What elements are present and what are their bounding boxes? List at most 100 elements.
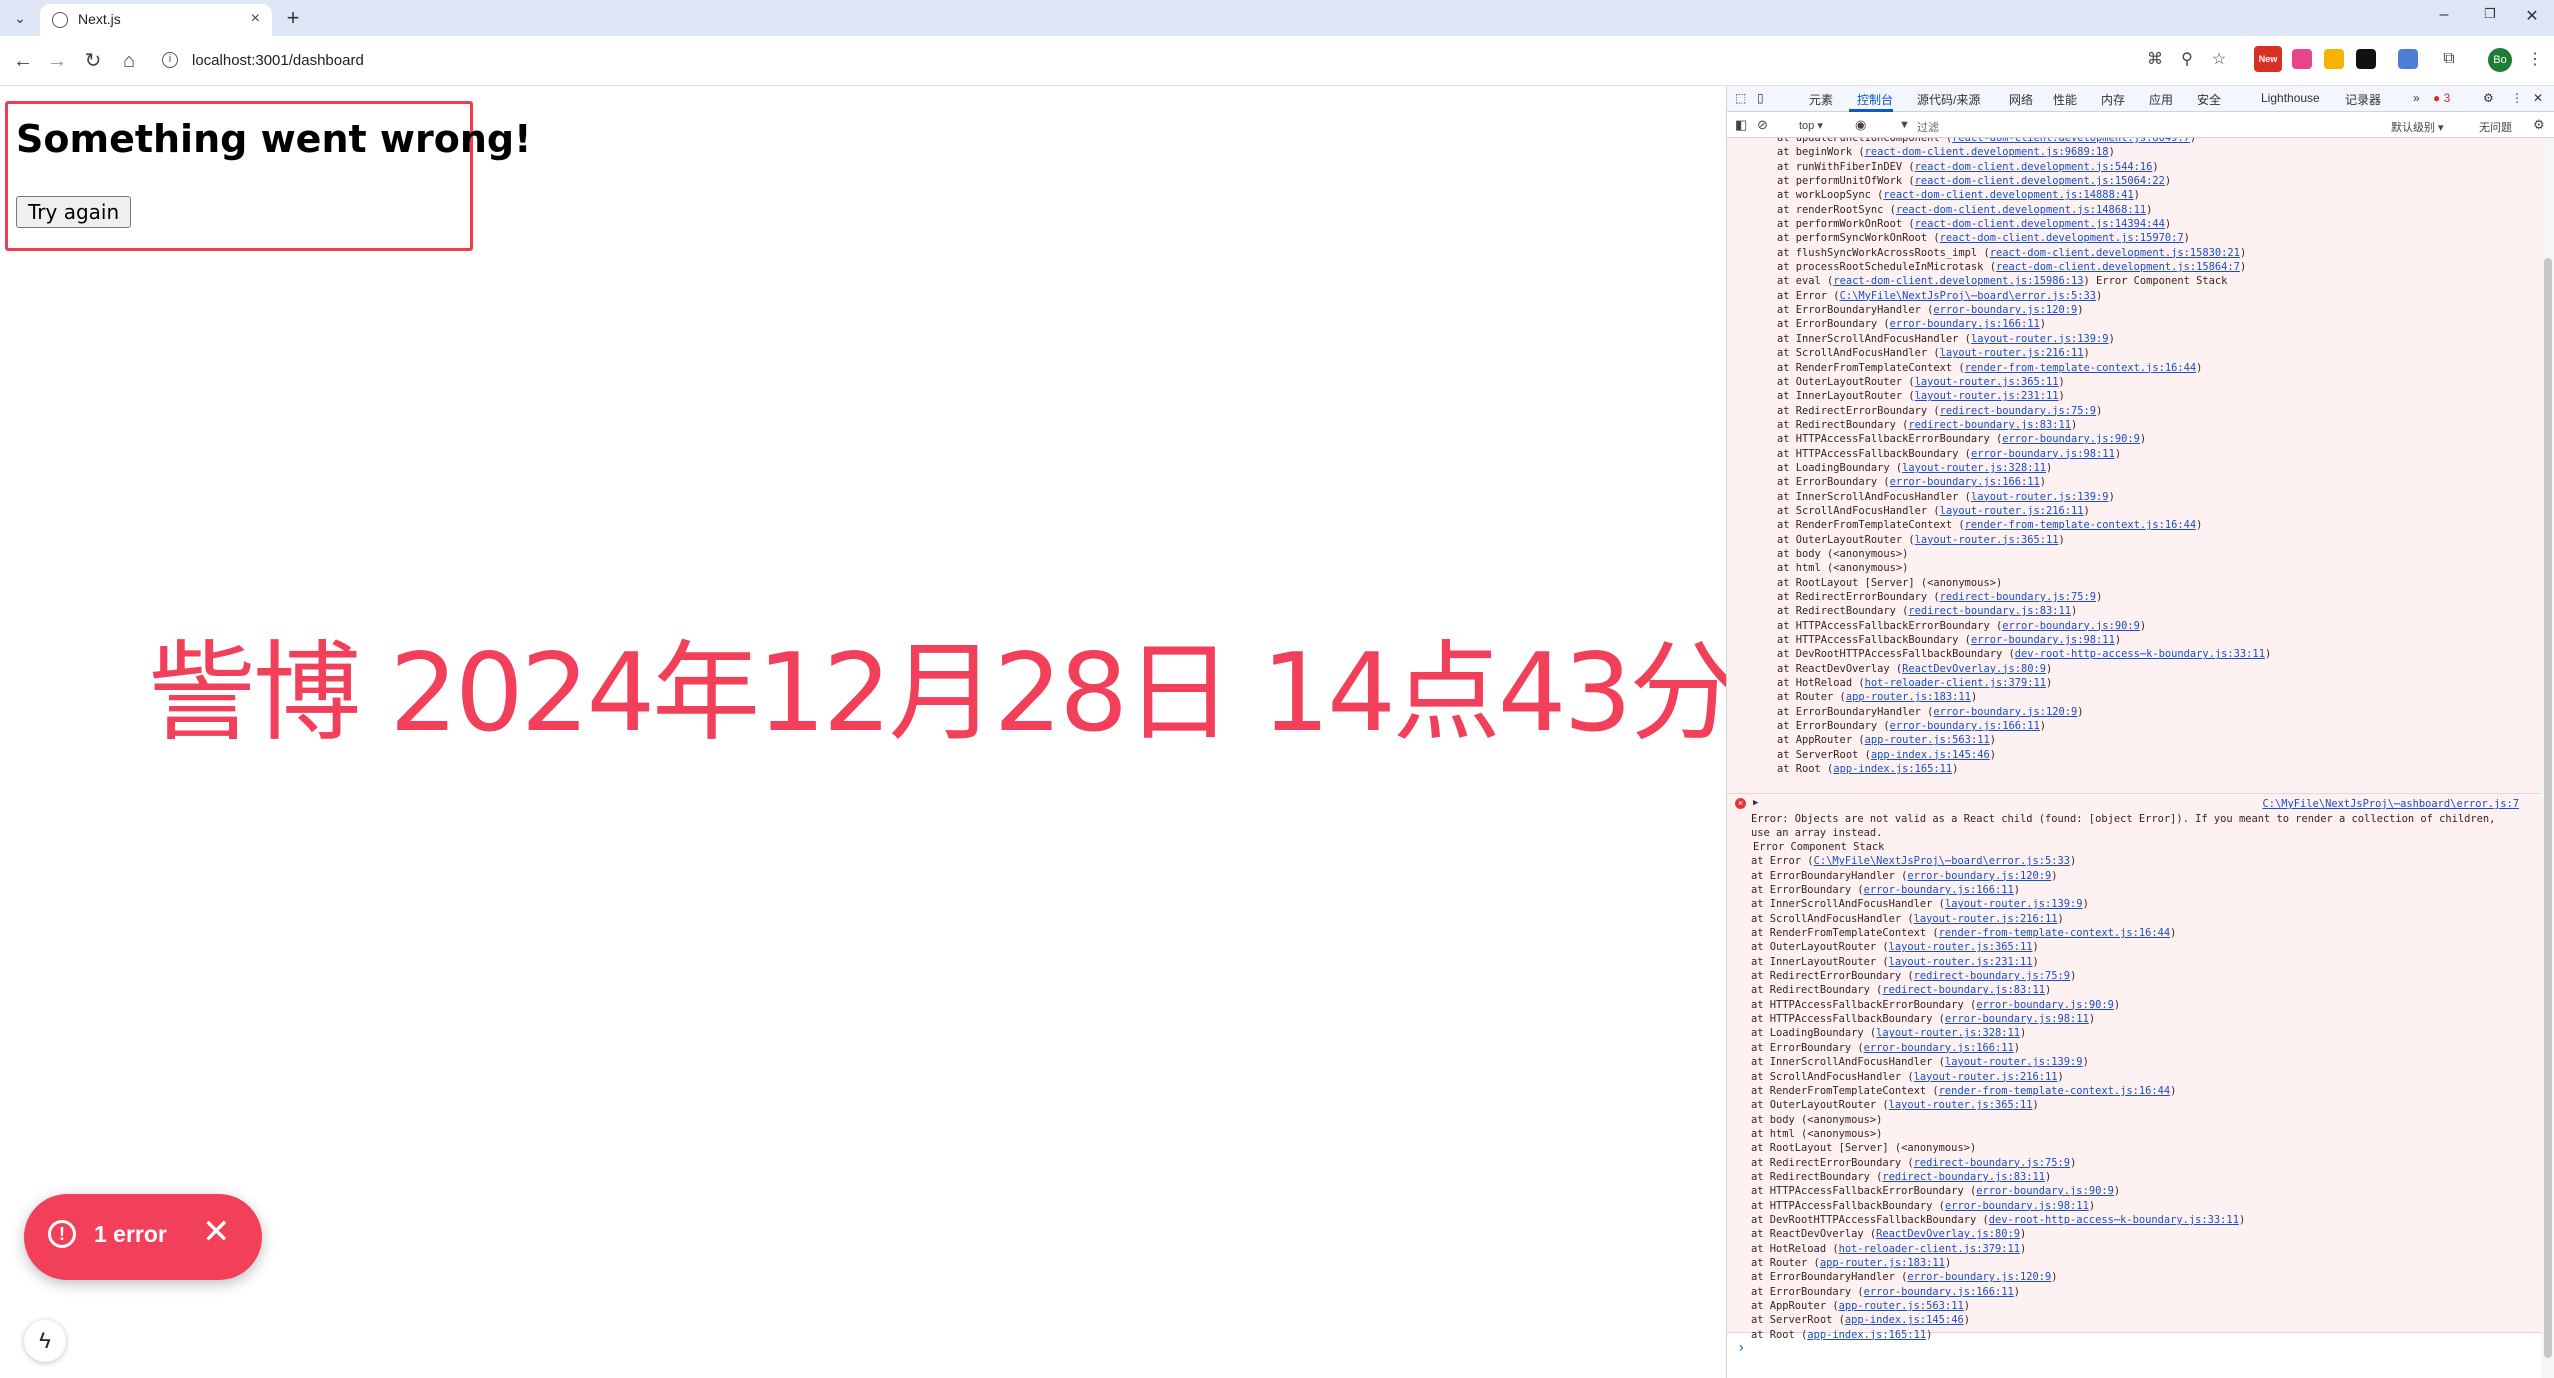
scrollbar-thumb[interactable] (2544, 258, 2552, 1358)
source-link[interactable]: layout-router.js:216:11 (1940, 347, 2084, 359)
source-link[interactable]: C:\MyFile\NextJsProj\⋯board\error.js:5:3… (1814, 855, 2070, 867)
source-link[interactable]: error-boundary.js:120:9 (1933, 304, 2077, 316)
source-link[interactable]: react-dom-client.development.js:14888:41 (1883, 189, 2133, 201)
settings-gear-icon[interactable]: ⚙ (2483, 91, 2494, 105)
source-link[interactable]: error-boundary.js:90:9 (2002, 433, 2140, 445)
source-link[interactable]: layout-router.js:328:11 (1876, 1027, 2020, 1039)
close-window-button[interactable]: ✕ (2512, 6, 2552, 26)
source-link[interactable]: redirect-boundary.js:75:9 (1914, 1157, 2070, 1169)
extension-icon[interactable] (2398, 49, 2418, 69)
device-toolbar-icon[interactable]: ▯ (1757, 91, 1764, 105)
source-link[interactable]: layout-router.js:139:9 (1971, 491, 2109, 503)
source-link[interactable]: react-dom-client.development.js:9689:18 (1865, 146, 2109, 158)
source-link[interactable]: layout-router.js:365:11 (1889, 1099, 2033, 1111)
source-link[interactable]: error-boundary.js:166:11 (1864, 1042, 2014, 1054)
console-scrollbar[interactable] (2541, 138, 2554, 1378)
source-link[interactable]: redirect-boundary.js:75:9 (1940, 405, 2096, 417)
source-link[interactable]: layout-router.js:328:11 (1902, 462, 2046, 474)
source-link[interactable]: error-boundary.js:98:11 (1971, 634, 2115, 646)
reload-icon[interactable]: ↻ (80, 48, 106, 74)
extension-icon[interactable] (2292, 49, 2312, 69)
source-link[interactable]: hot-reloader-client.js:379:11 (1839, 1243, 2020, 1255)
error-toast[interactable]: ! 1 error ✕ (24, 1194, 262, 1280)
tab-security[interactable]: 安全 (2197, 91, 2221, 108)
console-settings-icon[interactable]: ⚙ (2533, 117, 2545, 133)
extension-icon[interactable] (2356, 49, 2376, 69)
source-link[interactable]: layout-router.js:139:9 (1945, 898, 2083, 910)
tab-console[interactable]: 控制台 (1857, 91, 1893, 108)
source-link[interactable]: redirect-boundary.js:83:11 (1908, 419, 2071, 431)
tab-close-icon[interactable]: × (251, 10, 260, 28)
error-count-label[interactable]: 1 error (94, 1221, 167, 1248)
source-link[interactable]: react-dom-client.development.js:14868:11 (1896, 204, 2146, 216)
issues-counter[interactable]: 无问题 (2479, 119, 2512, 135)
source-link[interactable]: error-boundary.js:120:9 (1907, 1271, 2051, 1283)
console-prompt[interactable]: › (1737, 1340, 1745, 1356)
source-link[interactable]: error-boundary.js:166:11 (1864, 1286, 2014, 1298)
translate-icon[interactable]: ⌘ (2142, 46, 2168, 72)
source-link[interactable]: layout-router.js:365:11 (1915, 534, 2059, 546)
source-link[interactable]: app-index.js:145:46 (1845, 1314, 1964, 1326)
source-link[interactable]: C:\MyFile\NextJsProj\⋯board\error.js:5:3… (1840, 290, 2096, 302)
tab-nextjs[interactable]: Next.js × (40, 4, 272, 36)
tab-lighthouse[interactable]: Lighthouse (2261, 91, 2320, 105)
source-link[interactable]: redirect-boundary.js:83:11 (1882, 984, 2045, 996)
devtools-menu-icon[interactable]: ⋮ (2511, 91, 2523, 105)
source-link[interactable]: error-boundary.js:98:11 (1945, 1013, 2089, 1025)
source-link[interactable]: layout-router.js:231:11 (1889, 956, 2033, 968)
source-link[interactable]: error-boundary.js:90:9 (1976, 1185, 2114, 1197)
source-link[interactable]: app-router.js:563:11 (1839, 1300, 1964, 1312)
source-link[interactable]: error-boundary.js:120:9 (1933, 706, 2077, 718)
source-link[interactable]: layout-router.js:365:11 (1889, 941, 2033, 953)
tab-application[interactable]: 应用 (2149, 91, 2173, 108)
bookmark-star-icon[interactable]: ☆ (2206, 46, 2232, 72)
new-tab-button[interactable]: + (280, 5, 306, 31)
log-levels-dropdown[interactable]: 默认级别 ▾ (2391, 119, 2444, 135)
source-link[interactable]: dev-root-http-access⋯k-boundary.js:33:11 (1989, 1214, 2239, 1226)
source-link[interactable]: app-index.js:145:46 (1871, 749, 1990, 761)
profile-avatar[interactable]: Bo (2488, 48, 2512, 72)
source-link[interactable]: react-dom-client.development.js:14394:44 (1915, 218, 2165, 230)
tab-memory[interactable]: 内存 (2101, 91, 2125, 108)
extension-icon[interactable] (2324, 49, 2344, 69)
source-link[interactable]: render-from-template-context.js:16:44 (1939, 927, 2170, 939)
source-link[interactable]: render-from-template-context.js:16:44 (1965, 362, 2196, 374)
source-link[interactable]: error-boundary.js:166:11 (1864, 884, 2014, 896)
close-icon[interactable]: ✕ (202, 1212, 231, 1252)
tab-performance[interactable]: 性能 (2053, 91, 2077, 108)
source-link[interactable]: app-router.js:183:11 (1846, 691, 1971, 703)
back-icon[interactable]: ← (10, 48, 36, 74)
source-link[interactable]: error-boundary.js:166:11 (1890, 476, 2040, 488)
site-info-icon[interactable]: i (162, 52, 178, 68)
source-link[interactable]: ReactDevOverlay.js:80:9 (1902, 663, 2046, 675)
source-link[interactable]: react-dom-client.development.js:15864:7 (1996, 261, 2240, 273)
source-link[interactable]: error-boundary.js:98:11 (1945, 1200, 2089, 1212)
source-link[interactable]: app-index.js:165:11 (1807, 1329, 1926, 1341)
source-link[interactable]: layout-router.js:216:11 (1940, 505, 2084, 517)
expand-triangle-icon[interactable]: ▶ (1753, 798, 1758, 808)
extensions-puzzle-icon[interactable]: ⧉ (2436, 46, 2462, 72)
source-link[interactable]: layout-router.js:216:11 (1914, 913, 2058, 925)
source-link[interactable]: render-from-template-context.js:16:44 (1939, 1085, 2170, 1097)
tab-recorder[interactable]: 记录器 (2345, 91, 2381, 108)
source-link[interactable]: error-boundary.js:98:11 (1971, 448, 2115, 460)
source-link[interactable]: hot-reloader-client.js:379:11 (1865, 677, 2046, 689)
source-link[interactable]: layout-router.js:216:11 (1914, 1071, 2058, 1083)
minimize-button[interactable]: – (2424, 6, 2464, 24)
source-link[interactable]: redirect-boundary.js:83:11 (1908, 605, 2071, 617)
source-link[interactable]: dev-root-http-access⋯k-boundary.js:33:11 (2015, 648, 2265, 660)
restore-button[interactable]: ❐ (2470, 6, 2510, 22)
tab-elements[interactable]: 元素 (1809, 91, 1833, 108)
menu-kebab-icon[interactable]: ⋮ (2522, 46, 2548, 72)
source-link[interactable]: error-boundary.js:166:11 (1890, 318, 2040, 330)
source-link[interactable]: C:\MyFile\NextJsProj\⋯ashboard\error.js:… (2263, 798, 2519, 810)
source-link[interactable]: error-boundary.js:120:9 (1907, 870, 2051, 882)
home-icon[interactable]: ⌂ (116, 48, 142, 74)
source-link[interactable]: app-router.js:183:11 (1820, 1257, 1945, 1269)
source-link[interactable]: react-dom-client.development.js:15986:13 (1833, 275, 2083, 287)
forward-icon[interactable]: → (44, 48, 70, 74)
source-link[interactable]: react-dom-client.development.js:15064:22 (1915, 175, 2165, 187)
source-link[interactable]: ReactDevOverlay.js:80:9 (1876, 1228, 2020, 1240)
source-link[interactable]: redirect-boundary.js:83:11 (1882, 1171, 2045, 1183)
source-link[interactable]: layout-router.js:139:9 (1945, 1056, 2083, 1068)
